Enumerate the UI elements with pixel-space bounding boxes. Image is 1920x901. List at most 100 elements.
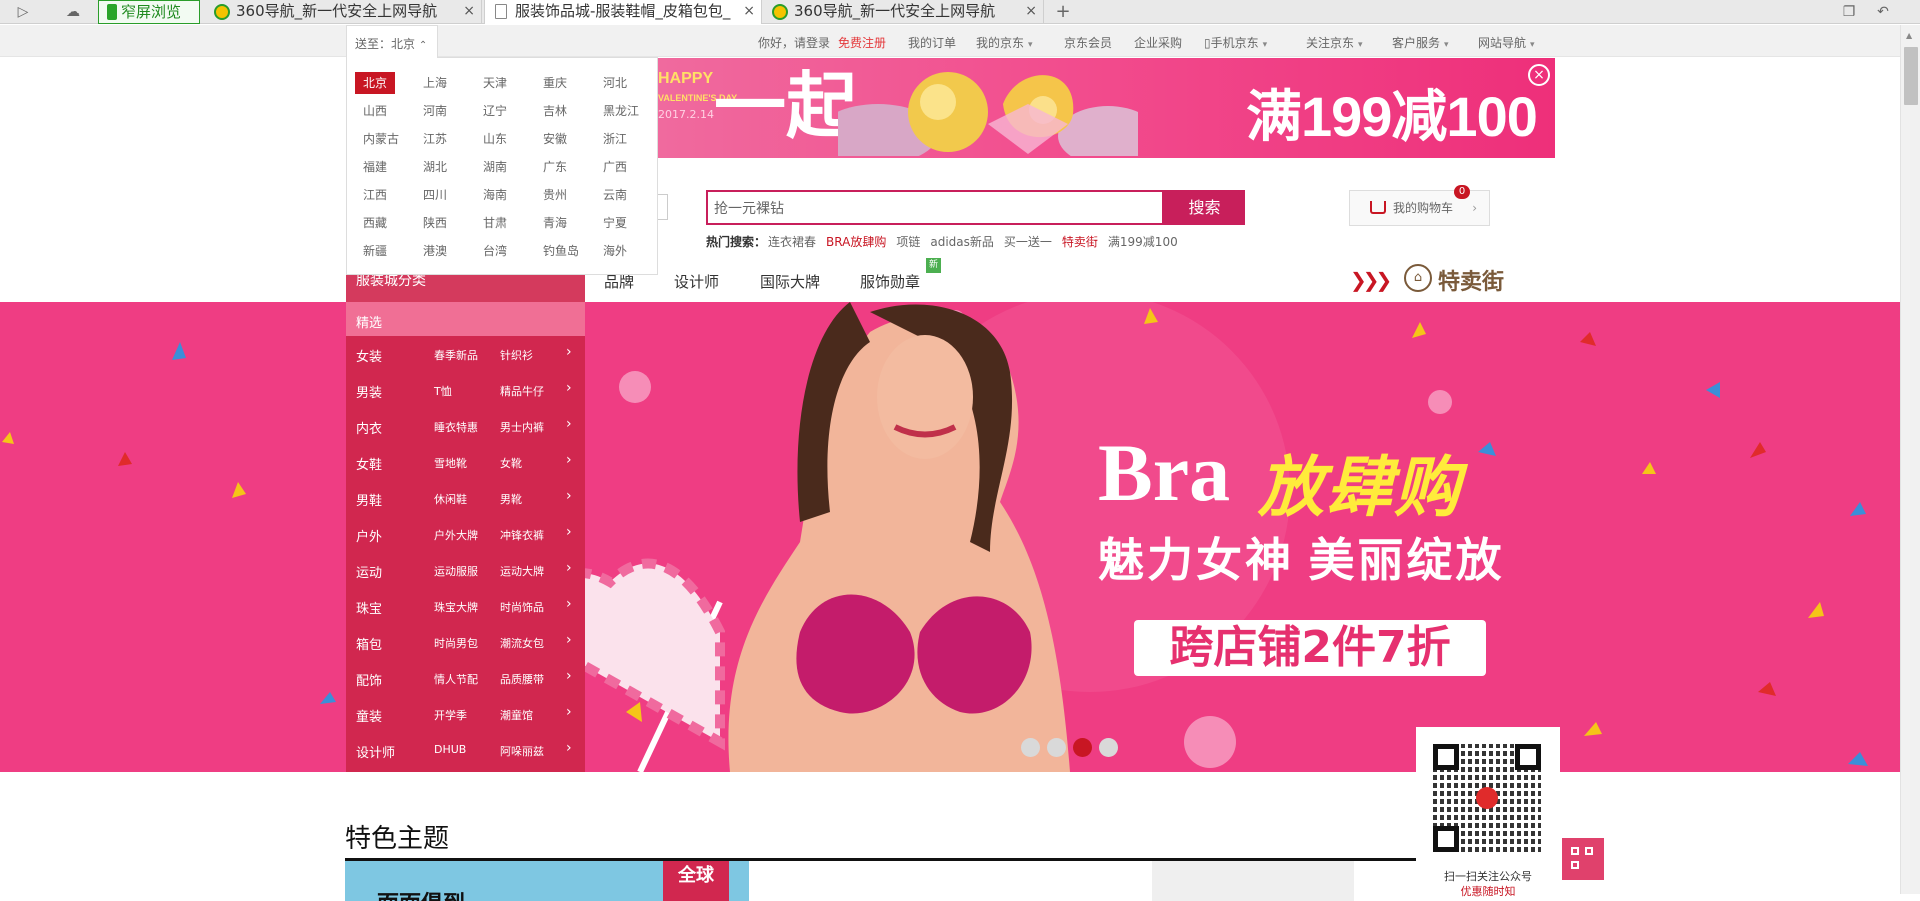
city-option[interactable]: 浙江: [595, 128, 639, 150]
city-option[interactable]: 广东: [535, 156, 579, 178]
category-sub-link[interactable]: 运动服服: [434, 563, 478, 579]
city-option[interactable]: 河南: [415, 100, 459, 122]
category-sub-link[interactable]: 时尚男包: [434, 635, 478, 651]
category-row[interactable]: 设计师 DHUB 阿哚丽兹 ›: [346, 732, 585, 768]
nav-designer[interactable]: 设计师: [674, 271, 719, 292]
scroll-thumb[interactable]: [1904, 47, 1918, 105]
city-option[interactable]: 江苏: [415, 128, 459, 150]
city-option[interactable]: 港澳: [415, 240, 459, 262]
category-row[interactable]: 珠宝 珠宝大牌 时尚饰品 ›: [346, 588, 585, 624]
category-row[interactable]: 户外 户外大牌 冲锋衣裤 ›: [346, 516, 585, 552]
carousel-dot[interactable]: [1021, 738, 1040, 757]
category-row[interactable]: 运动 运动服服 运动大牌 ›: [346, 552, 585, 588]
city-option[interactable]: 北京: [355, 72, 395, 94]
city-option[interactable]: 河北: [595, 72, 639, 94]
city-option[interactable]: 西藏: [355, 212, 399, 234]
mobile-jd-link[interactable]: ▯手机京东 ▾: [1204, 34, 1267, 51]
category-main-link[interactable]: 童装: [356, 706, 382, 725]
login-link[interactable]: 你好，请登录: [758, 34, 830, 51]
city-option[interactable]: 天津: [475, 72, 519, 94]
category-main-link[interactable]: 配饰: [356, 670, 382, 689]
category-row[interactable]: 女鞋 雪地靴 女靴 ›: [346, 444, 585, 480]
sale-street-logo[interactable]: ❯❯❯ ⌂ 特卖街: [1350, 264, 1514, 296]
category-row[interactable]: 配饰 情人节配 品质腰带 ›: [346, 660, 585, 696]
tab-360-nav-1[interactable]: 360导航_新一代安全上网导航 ×: [206, 0, 482, 24]
category-main-link[interactable]: 女鞋: [356, 454, 382, 473]
cart-button[interactable]: 我的购物车 0 ›: [1349, 185, 1490, 226]
category-main-link[interactable]: 男鞋: [356, 490, 382, 509]
city-option[interactable]: 台湾: [475, 240, 519, 262]
city-option[interactable]: 辽宁: [475, 100, 519, 122]
city-option[interactable]: 山西: [355, 100, 399, 122]
jd-member-link[interactable]: 京东会员: [1064, 34, 1112, 51]
hot-search-term[interactable]: adidas新品: [930, 235, 994, 249]
carousel-dot[interactable]: [1073, 738, 1092, 757]
cloud-icon[interactable]: ☁: [62, 2, 84, 22]
city-option[interactable]: 福建: [355, 156, 399, 178]
category-sub-link[interactable]: 开学季: [434, 707, 467, 723]
category-sub-link[interactable]: T恤: [434, 383, 452, 399]
category-sub-link[interactable]: 户外大牌: [434, 527, 478, 543]
city-option[interactable]: 湖南: [475, 156, 519, 178]
category-sub-link[interactable]: 情人节配: [434, 671, 478, 687]
category-sub-link[interactable]: 珠宝大牌: [434, 599, 478, 615]
city-option[interactable]: 四川: [415, 184, 459, 206]
category-sub-link[interactable]: 潮童馆: [500, 707, 533, 723]
city-option[interactable]: 山东: [475, 128, 519, 150]
tab-close-icon[interactable]: ×: [1025, 0, 1037, 22]
hot-search-term[interactable]: 满199减100: [1108, 235, 1178, 249]
scroll-up-icon[interactable]: ▲: [1906, 31, 1912, 40]
site-nav-link[interactable]: 网站导航 ▾: [1478, 34, 1535, 51]
search-input[interactable]: [708, 192, 1162, 223]
city-option[interactable]: 上海: [415, 72, 459, 94]
city-option[interactable]: 宁夏: [595, 212, 639, 234]
my-jd-link[interactable]: 我的京东 ▾: [976, 34, 1033, 51]
hot-search-term[interactable]: 连衣裙春: [768, 235, 816, 249]
city-option[interactable]: 重庆: [535, 72, 579, 94]
category-main-link[interactable]: 女装: [356, 346, 382, 365]
theme-tile[interactable]: [1152, 861, 1354, 901]
category-sub-link[interactable]: 雪地靴: [434, 455, 467, 471]
category-main-link[interactable]: 男装: [356, 382, 382, 401]
city-option[interactable]: 青海: [535, 212, 579, 234]
carousel-dot[interactable]: [1099, 738, 1118, 757]
enterprise-link[interactable]: 企业采购: [1134, 34, 1182, 51]
my-orders-link[interactable]: 我的订单: [908, 34, 956, 51]
city-option[interactable]: 海外: [595, 240, 639, 262]
category-main-link[interactable]: 户外: [356, 526, 382, 545]
undo-close-icon[interactable]: ↶: [1872, 2, 1894, 22]
category-main-link[interactable]: 设计师: [356, 742, 395, 761]
tab-close-icon[interactable]: ×: [463, 0, 475, 22]
tab-360-nav-2[interactable]: 360导航_新一代安全上网导航 ×: [764, 0, 1044, 24]
category-sub-link[interactable]: 品质腰带: [500, 671, 544, 687]
hero-carousel[interactable]: Bra 放肆购 魅力女神 美丽绽放 跨店铺2件7折: [0, 302, 1900, 772]
category-sub-link[interactable]: 男士内裤: [500, 419, 544, 435]
city-option[interactable]: 内蒙古: [355, 128, 399, 150]
category-sub-link[interactable]: 休闲鞋: [434, 491, 467, 507]
category-sub-link[interactable]: 精品牛仔: [500, 383, 544, 399]
customer-service-link[interactable]: 客户服务 ▾: [1392, 34, 1449, 51]
city-option[interactable]: 甘肃: [475, 212, 519, 234]
category-sub-link[interactable]: 睡衣特惠: [434, 419, 478, 435]
tab-clothing-mall[interactable]: 服装饰品城-服装鞋帽_皮箱包包_ ×: [484, 0, 762, 24]
hero-offer[interactable]: 跨店铺2件7折: [1134, 620, 1486, 676]
category-main-link[interactable]: 箱包: [356, 634, 382, 653]
category-sub-link[interactable]: 时尚饰品: [500, 599, 544, 615]
category-row[interactable]: 内衣 睡衣特惠 男士内裤 ›: [346, 408, 585, 444]
category-sub-link[interactable]: 潮流女包: [500, 635, 544, 651]
restore-tabs-icon[interactable]: ❐: [1838, 2, 1860, 22]
category-main-link[interactable]: 内衣: [356, 418, 382, 437]
ship-to-selector[interactable]: 送至：北京 ⌃: [346, 25, 438, 58]
banner-close-icon[interactable]: ×: [1528, 64, 1550, 86]
city-option[interactable]: 贵州: [535, 184, 579, 206]
city-option[interactable]: 云南: [595, 184, 639, 206]
category-sub-link[interactable]: 运动大牌: [500, 563, 544, 579]
hot-search-term[interactable]: 买一送一: [1004, 235, 1052, 249]
category-row[interactable]: 男装 T恤 精品牛仔 ›: [346, 372, 585, 408]
category-main-link[interactable]: 珠宝: [356, 598, 382, 617]
city-option[interactable]: 钓鱼岛: [535, 240, 579, 262]
carousel-dot[interactable]: [1047, 738, 1066, 757]
city-option[interactable]: 新疆: [355, 240, 399, 262]
city-option[interactable]: 海南: [475, 184, 519, 206]
tab-close-icon[interactable]: ×: [743, 0, 755, 22]
